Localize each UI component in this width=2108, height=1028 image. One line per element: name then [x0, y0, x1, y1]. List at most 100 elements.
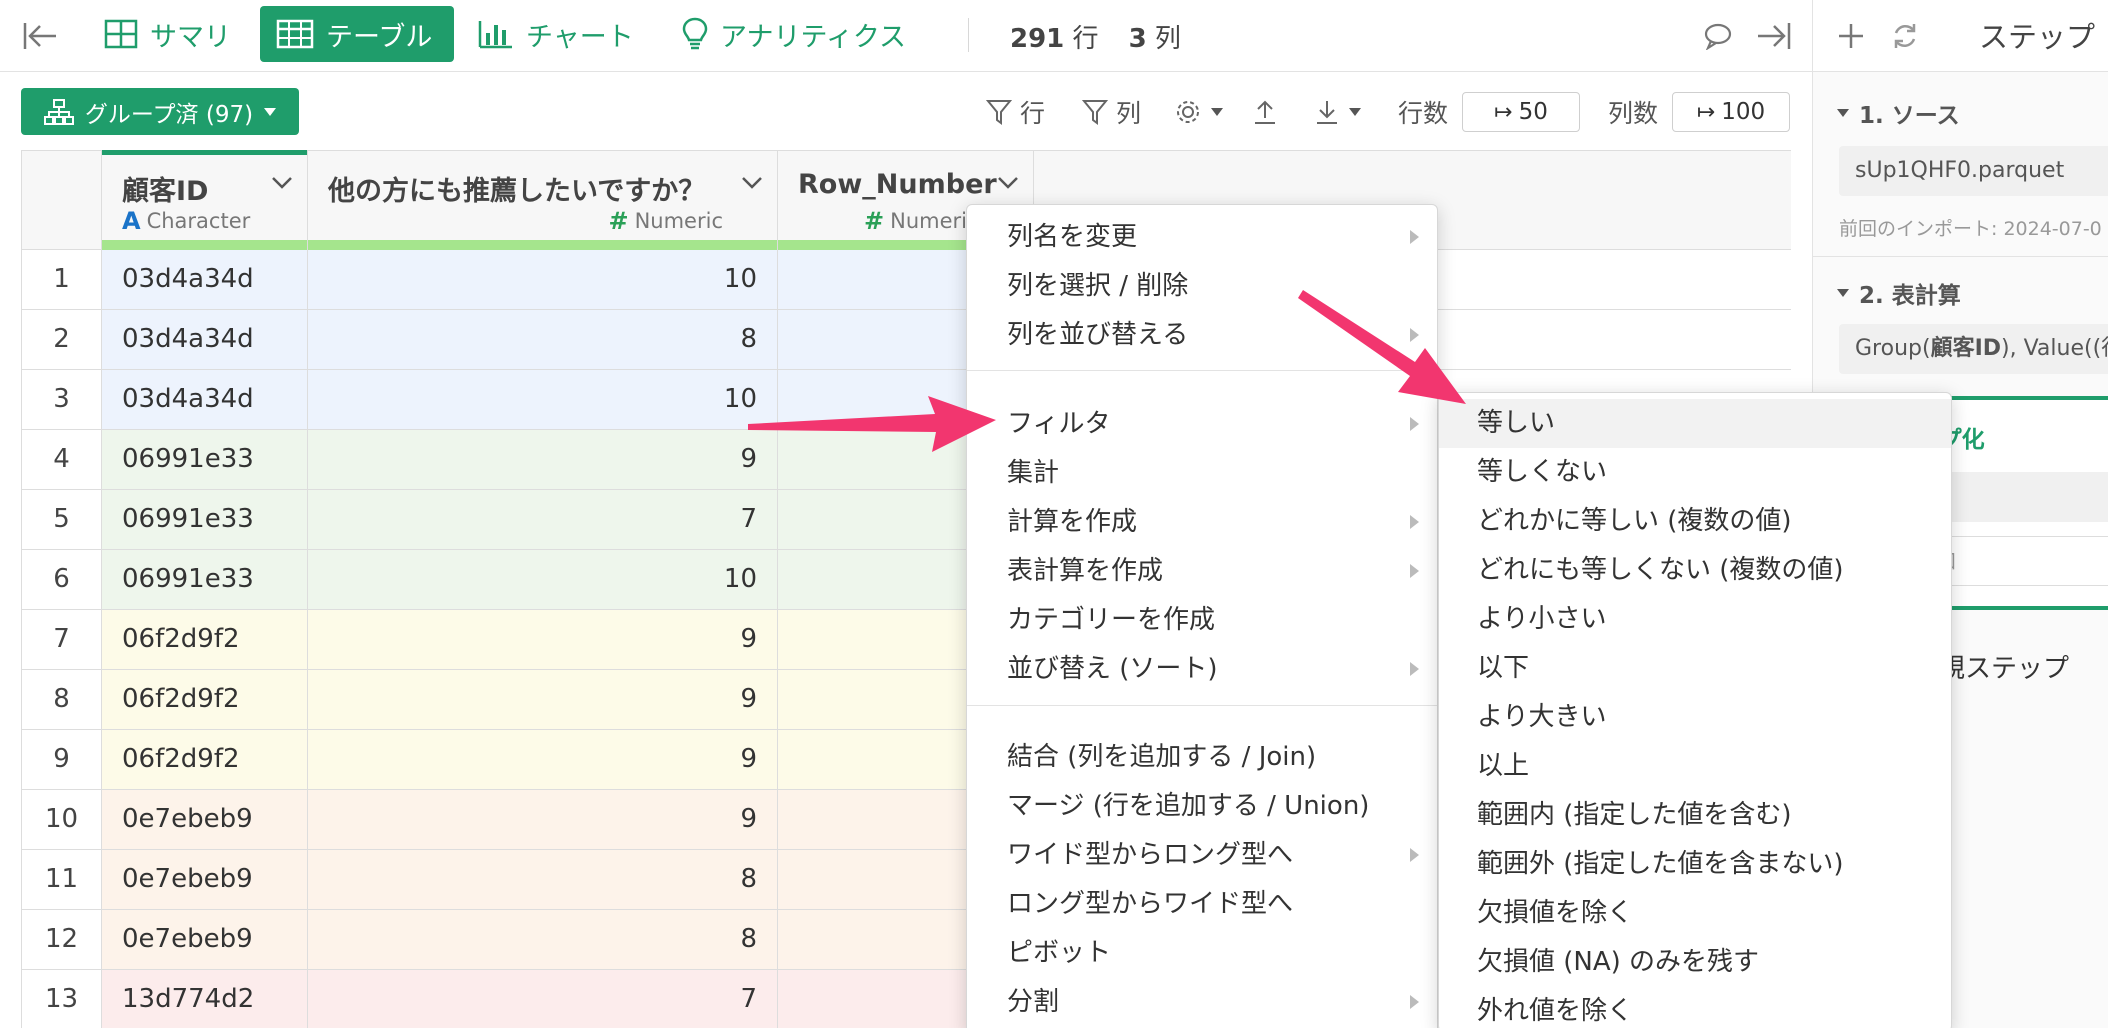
tab-table[interactable]: テーブル: [260, 6, 454, 62]
chevron-down-icon[interactable]: [271, 175, 293, 194]
menu-item[interactable]: 結合 (列を追加する / Join): [967, 733, 1437, 782]
cell-customer-id[interactable]: 06991e33: [102, 550, 308, 609]
column-filter-button[interactable]: 列: [1082, 92, 1141, 132]
row-filter-button[interactable]: 行: [986, 92, 1045, 132]
cell-recommend-score[interactable]: 8: [308, 910, 778, 969]
cell-customer-id[interactable]: 0e7ebeb9: [102, 790, 308, 849]
row-index[interactable]: 11: [22, 850, 102, 909]
row-index[interactable]: 2: [22, 310, 102, 369]
cell-customer-id[interactable]: 06f2d9f2: [102, 610, 308, 669]
menu-item[interactable]: ロング型からワイド型へ: [967, 880, 1437, 929]
menu-item[interactable]: 列を並び替える: [967, 311, 1437, 360]
menu-item[interactable]: ワイド型からロング型へ: [967, 831, 1437, 880]
row-index[interactable]: 6: [22, 550, 102, 609]
cell-customer-id[interactable]: 03d4a34d: [102, 370, 308, 429]
cell-recommend-score[interactable]: 9: [308, 730, 778, 789]
row-index[interactable]: 10: [22, 790, 102, 849]
source-file-box[interactable]: sUp1QHF0.parquet: [1839, 146, 2108, 196]
collapse-left-icon[interactable]: [18, 14, 62, 58]
cell-recommend-score[interactable]: 8: [308, 850, 778, 909]
calc-expression-box[interactable]: Group(顧客ID), Value((行: [1839, 324, 2108, 374]
download-dropdown[interactable]: [1314, 92, 1362, 132]
menu-item[interactable]: 列を選択 / 削除: [967, 262, 1437, 311]
cell-recommend-score[interactable]: 9: [308, 430, 778, 489]
row-index[interactable]: 5: [22, 490, 102, 549]
cell-customer-id[interactable]: 03d4a34d: [102, 310, 308, 369]
cell-customer-id[interactable]: 06991e33: [102, 490, 308, 549]
plus-icon[interactable]: [1829, 14, 1873, 58]
menu-item-label: ワイド型からロング型へ: [1007, 840, 1294, 870]
column-name: 他の方にも推薦したいですか？: [328, 176, 706, 207]
row-index[interactable]: 7: [22, 610, 102, 669]
caret-down-icon: [1837, 289, 1849, 297]
cell-recommend-score[interactable]: 10: [308, 550, 778, 609]
menu-item[interactable]: 並び替え (ソート): [967, 645, 1437, 694]
menu-item[interactable]: 計算を作成: [967, 498, 1437, 547]
expand-right-icon[interactable]: [1752, 14, 1796, 58]
row-index[interactable]: 9: [22, 730, 102, 789]
row-index[interactable]: 8: [22, 670, 102, 729]
menu-item[interactable]: フィルタ: [967, 400, 1437, 449]
cell-recommend-score[interactable]: 8: [308, 310, 778, 369]
tab-analytics[interactable]: アナリティクス: [666, 6, 922, 62]
group-button[interactable]: グループ済 (97): [21, 88, 299, 135]
filter-option[interactable]: 欠損値 (NA) のみを残す: [1439, 938, 1951, 987]
menu-item[interactable]: 表計算を作成: [967, 547, 1437, 596]
cell-recommend-score[interactable]: 10: [308, 250, 778, 309]
step-source-header[interactable]: 1. ソース: [1837, 96, 1960, 130]
menu-item[interactable]: 集計: [967, 449, 1437, 498]
rows-count-input[interactable]: ↦ 50: [1462, 92, 1580, 132]
filter-option[interactable]: より大きい: [1439, 693, 1951, 742]
cell-customer-id[interactable]: 13d774d2: [102, 970, 308, 1028]
cell-customer-id[interactable]: 03d4a34d: [102, 250, 308, 309]
cell-recommend-score[interactable]: 7: [308, 490, 778, 549]
column-header-customer-id[interactable]: 顧客ID A Character: [102, 150, 308, 251]
row-index[interactable]: 1: [22, 250, 102, 309]
filter-option[interactable]: どれにも等しくない (複数の値): [1439, 546, 1951, 595]
chevron-down-icon[interactable]: [741, 175, 763, 194]
filter-option[interactable]: 以上: [1439, 742, 1951, 791]
comment-icon[interactable]: [1696, 14, 1740, 58]
table-row[interactable]: 1 03d4a34d 10: [22, 250, 1791, 310]
filter-option[interactable]: 外れ値を除く: [1439, 987, 1951, 1028]
cell-recommend-score[interactable]: 9: [308, 670, 778, 729]
filter-option[interactable]: 等しくない: [1439, 448, 1951, 497]
row-index[interactable]: 13: [22, 970, 102, 1028]
filter-option[interactable]: どれかに等しい (複数の値): [1439, 497, 1951, 546]
menu-item[interactable]: 列名を変更: [967, 213, 1437, 262]
cell-customer-id[interactable]: 0e7ebeb9: [102, 910, 308, 969]
cell-recommend-score[interactable]: 7: [308, 970, 778, 1028]
cell-recommend-score[interactable]: 9: [308, 610, 778, 669]
menu-item[interactable]: マージ (行を追加する / Union): [967, 782, 1437, 831]
upload-button[interactable]: [1252, 92, 1278, 132]
cell-customer-id[interactable]: 06991e33: [102, 430, 308, 489]
cols-count-input[interactable]: ↦ 100: [1672, 92, 1790, 132]
step-calc-header[interactable]: 2. 表計算: [1837, 276, 1961, 310]
row-index[interactable]: 12: [22, 910, 102, 969]
filter-option[interactable]: 範囲内 (指定した値を含む): [1439, 791, 1951, 840]
row-index[interactable]: 3: [22, 370, 102, 429]
filter-option[interactable]: 範囲外 (指定した値を含まない): [1439, 840, 1951, 889]
import-note: 前回のインポート: 2024-07-0: [1839, 218, 2102, 240]
cell-recommend-score[interactable]: 9: [308, 790, 778, 849]
cell-customer-id[interactable]: 06f2d9f2: [102, 730, 308, 789]
row-index[interactable]: 4: [22, 430, 102, 489]
filter-option[interactable]: より小さい: [1439, 595, 1951, 644]
column-header-recommend[interactable]: 他の方にも推薦したいですか？ # Numeric: [308, 151, 778, 251]
filter-option[interactable]: 等しい: [1439, 399, 1951, 448]
tab-chart[interactable]: チャート: [462, 6, 650, 62]
menu-item[interactable]: ピボット: [967, 929, 1437, 978]
menu-item[interactable]: 分割: [967, 978, 1437, 1027]
tab-summary[interactable]: サマリ: [88, 6, 247, 62]
refresh-icon[interactable]: [1883, 14, 1927, 58]
table-row[interactable]: 2 03d4a34d 8: [22, 310, 1791, 370]
calc-expr-post: ), Value((行: [2001, 336, 2108, 361]
cell-customer-id[interactable]: 06f2d9f2: [102, 670, 308, 729]
filter-option[interactable]: 欠損値を除く: [1439, 889, 1951, 938]
cell-recommend-score[interactable]: 10: [308, 370, 778, 429]
menu-item[interactable]: カテゴリーを作成: [967, 596, 1437, 645]
settings-dropdown[interactable]: [1174, 92, 1224, 132]
chevron-down-icon[interactable]: [997, 175, 1019, 194]
filter-option[interactable]: 以下: [1439, 644, 1951, 693]
cell-customer-id[interactable]: 0e7ebeb9: [102, 850, 308, 909]
